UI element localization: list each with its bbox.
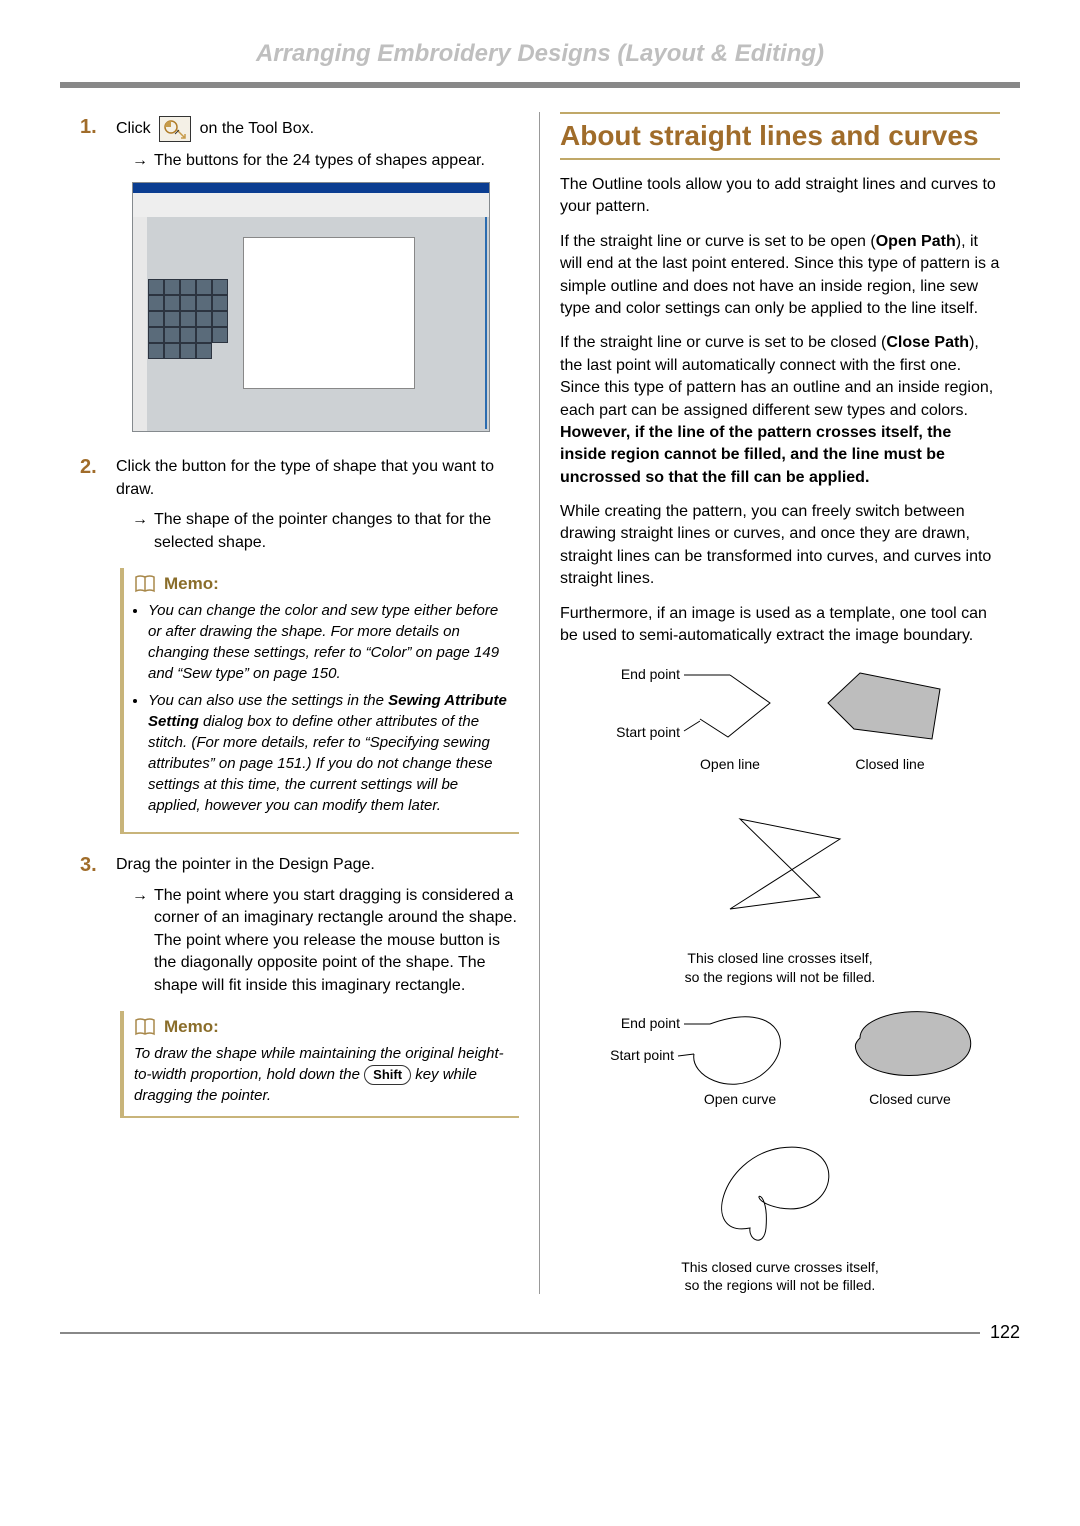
step-3-number: 3. xyxy=(80,854,116,877)
header-rule xyxy=(60,82,1020,88)
memo-1-header: Memo: xyxy=(134,574,509,594)
para-2: If the straight line or curve is set to … xyxy=(560,231,1000,321)
step-2-result: → The shape of the pointer changes to th… xyxy=(132,509,519,554)
page-footer: 122 xyxy=(60,1322,1020,1343)
memo-2-label: Memo: xyxy=(164,1017,219,1037)
para-3-a: If the straight line or curve is set to … xyxy=(560,334,886,351)
label-end-point-2: End point xyxy=(621,1015,680,1031)
section-heading: About straight lines and curves xyxy=(560,112,1000,160)
lines-diagram: End point Start point Open line Closed l… xyxy=(560,659,1000,809)
step-3-result: → The point where you start dragging is … xyxy=(132,885,519,997)
memo-1-body: You can change the color and sew type ei… xyxy=(134,600,509,816)
step-2-number: 2. xyxy=(80,456,116,479)
right-column: About straight lines and curves The Outl… xyxy=(540,112,1020,1294)
para-2-bold: Open Path xyxy=(876,233,956,250)
result-arrow-icon: → xyxy=(132,885,148,997)
memo-2-header: Memo: xyxy=(134,1017,509,1037)
caption-crossed-curve: This closed curve crosses itself, so the… xyxy=(560,1258,1000,1294)
label-end-point: End point xyxy=(621,666,680,682)
caption-crossed-line: This closed line crosses itself, so the … xyxy=(560,949,1000,985)
para-4: While creating the pattern, you can free… xyxy=(560,501,1000,591)
memo-2: Memo: To draw the shape while maintainin… xyxy=(120,1011,519,1118)
step-1-text: Click on the Tool Box. xyxy=(116,116,519,142)
crossed-curve-diagram xyxy=(560,1128,1000,1258)
content-columns: 1. Click on the Tool Box. → xyxy=(60,112,1020,1294)
crossed-line-diagram xyxy=(560,809,1000,949)
book-icon xyxy=(134,1018,156,1036)
memo-1-b2-a: You can also use the settings in the xyxy=(148,692,388,709)
result-arrow-icon: → xyxy=(132,150,148,172)
page-number: 122 xyxy=(990,1322,1020,1343)
step-3-text: Drag the pointer in the Design Page. xyxy=(116,854,519,876)
memo-1-b2-c: dialog box to define other attributes of… xyxy=(148,713,492,814)
step-1-text-after: on the Tool Box. xyxy=(200,120,314,137)
para-5: Furthermore, if an image is used as a te… xyxy=(560,603,1000,648)
footer-rule xyxy=(60,1332,980,1334)
app-screenshot xyxy=(132,182,490,432)
memo-1-label: Memo: xyxy=(164,574,219,594)
left-column: 1. Click on the Tool Box. → xyxy=(60,112,540,1294)
memo-1-bullet-1: You can change the color and sew type ei… xyxy=(148,600,509,684)
label-open-line: Open line xyxy=(700,756,760,772)
step-3: 3. Drag the pointer in the Design Page. xyxy=(80,854,519,877)
lines-diagram-panel: End point Start point Open line Closed l… xyxy=(560,659,1000,985)
result-arrow-icon: → xyxy=(132,509,148,554)
step-2-text: Click the button for the type of shape t… xyxy=(116,456,519,501)
para-2-a: If the straight line or curve is set to … xyxy=(560,233,876,250)
memo-1-bullet-2: You can also use the settings in the Sew… xyxy=(148,690,509,816)
curves-diagram: End point Start point Open curve Closed … xyxy=(560,998,1000,1128)
step-1-result: → The buttons for the 24 types of shapes… xyxy=(132,150,519,172)
step-1-result-text: The buttons for the 24 types of shapes a… xyxy=(154,150,485,172)
label-start-point-2: Start point xyxy=(610,1047,674,1063)
shape-tool-icon xyxy=(159,116,191,142)
label-closed-curve: Closed curve xyxy=(869,1091,951,1107)
step-1-number: 1. xyxy=(80,116,116,139)
label-start-point: Start point xyxy=(616,724,680,740)
book-icon xyxy=(134,575,156,593)
shift-key: Shift xyxy=(364,1065,411,1085)
step-2: 2. Click the button for the type of shap… xyxy=(80,456,519,501)
label-open-curve: Open curve xyxy=(704,1091,777,1107)
step-2-result-text: The shape of the pointer changes to that… xyxy=(154,509,519,554)
step-1-text-before: Click xyxy=(116,120,151,137)
curves-diagram-panel: End point Start point Open curve Closed … xyxy=(560,998,1000,1294)
para-3: If the straight line or curve is set to … xyxy=(560,332,1000,489)
memo-2-body: To draw the shape while maintaining the … xyxy=(134,1043,509,1106)
para-3-bold: Close Path xyxy=(886,334,969,351)
page-header-title: Arranging Embroidery Designs (Layout & E… xyxy=(60,40,1020,68)
step-1: 1. Click on the Tool Box. xyxy=(80,116,519,142)
step-3-result-text: The point where you start dragging is co… xyxy=(154,885,519,997)
memo-1: Memo: You can change the color and sew t… xyxy=(120,568,519,834)
para-1: The Outline tools allow you to add strai… xyxy=(560,174,1000,219)
para-3-bold2: However, if the line of the pattern cros… xyxy=(560,424,951,486)
label-closed-line: Closed line xyxy=(855,756,924,772)
